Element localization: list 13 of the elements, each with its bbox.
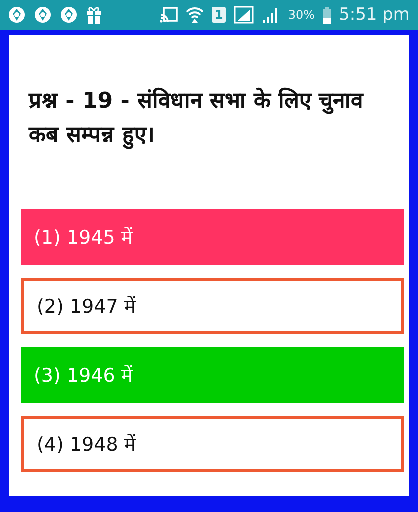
answer-option[interactable]: (4) 1948 में [21, 416, 404, 472]
sim-badge: 1 [212, 7, 226, 23]
signal-icon [234, 6, 254, 24]
gift-icon [86, 6, 102, 24]
battery-icon [323, 6, 332, 24]
answer-option[interactable]: (2) 1947 में [21, 278, 404, 334]
wifi-icon [186, 6, 204, 24]
clock-time: 5:51 pm [339, 5, 410, 25]
question-text: प्रश्न - 19 - संविधान सभा के लिए चुनाव कब सम्पन्न हुए। [29, 86, 365, 152]
signal-icon [262, 6, 280, 24]
battery-percent: 30% [288, 8, 316, 22]
answer-option[interactable]: (1) 1945 में [21, 209, 404, 265]
cast-icon [160, 7, 178, 23]
